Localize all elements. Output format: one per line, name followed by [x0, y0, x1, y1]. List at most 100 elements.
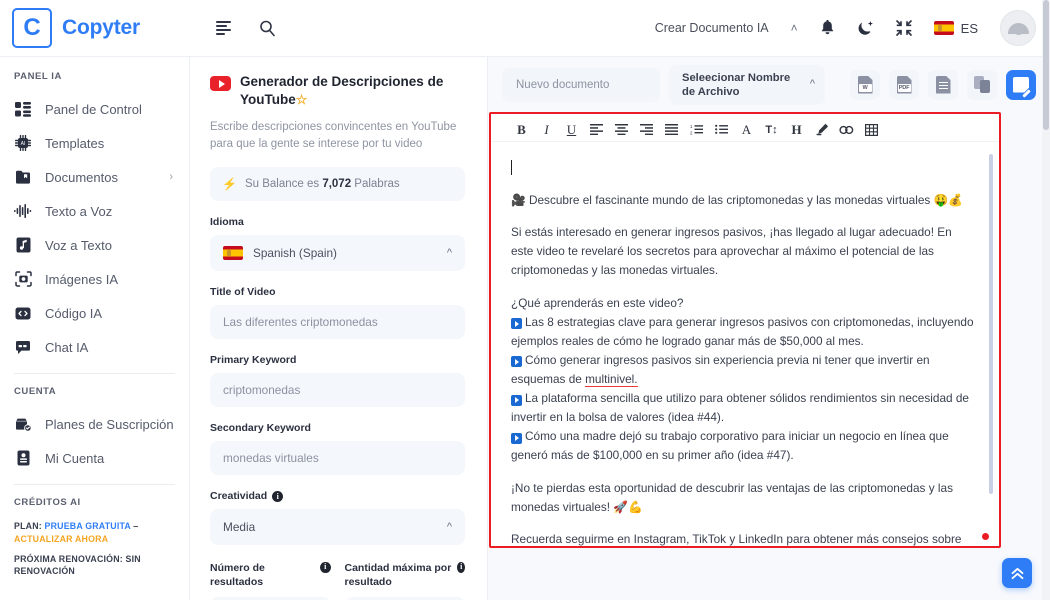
unordered-list-button[interactable] [709, 118, 734, 142]
plan-sep: – [130, 521, 139, 531]
create-document-menu[interactable]: Crear Documento IA [655, 21, 769, 35]
sidebar-section-creditos-ai: CRÉDITOS AI [14, 497, 81, 508]
id-card-icon [14, 449, 32, 467]
star-icon[interactable]: ☆ [296, 92, 308, 107]
editor-scrollbar[interactable] [989, 154, 993, 494]
audio-file-icon [14, 236, 32, 254]
brand[interactable]: C Copyter [12, 8, 190, 48]
align-center-button[interactable] [609, 118, 634, 142]
search-icon[interactable] [259, 20, 276, 37]
sidebar-item-templates[interactable]: AI Templates [0, 126, 189, 160]
word-tag: W [858, 83, 872, 92]
sidebar-item-label: Código IA [45, 305, 103, 321]
code-icon [14, 304, 32, 322]
align-justify-button[interactable] [659, 118, 684, 142]
save-document-button[interactable] [1006, 69, 1036, 100]
plan-line: PLAN: PRUEBA GRATUITA – ACTUALIZAR AHORA [14, 520, 175, 546]
export-pdf-button[interactable]: PDF [889, 69, 919, 100]
tool-title-text: Generador de Descripciones de YouTube [240, 74, 444, 107]
highlight-button[interactable] [809, 118, 834, 142]
pdf-file-icon: PDF [896, 75, 912, 94]
heading-button[interactable]: H [784, 118, 809, 142]
font-size-button[interactable]: T↕ [759, 118, 784, 142]
sidebar-item-voz-a-texto[interactable]: Voz a Texto [0, 228, 189, 262]
underline-button[interactable]: U [559, 118, 584, 142]
editor-content[interactable]: 🎥 Descubre el fascinante mundo de las cr… [491, 146, 999, 546]
info-icon[interactable]: i [320, 562, 331, 574]
editor-bullet-text: Las 8 estrategias clave para generar ing… [511, 314, 974, 348]
bell-icon[interactable] [820, 19, 835, 37]
moon-icon[interactable] [857, 20, 874, 37]
list-icon[interactable] [216, 21, 233, 35]
plan-upgrade-link[interactable]: ACTUALIZAR AHORA [14, 534, 108, 544]
tool-settings-panel: Generador de Descripciones de YouTube☆ E… [190, 57, 488, 600]
dashboard-icon [14, 100, 32, 118]
editor-paragraph: 🎥 Descubre el fascinante mundo de las cr… [511, 193, 963, 208]
sidebar: PANEL IA Panel de Control AI Templates D… [0, 57, 190, 600]
editor-caret-line [511, 160, 977, 181]
sidebar-item-imagenes-ia[interactable]: Imágenes IA [0, 262, 189, 296]
table-button[interactable] [859, 118, 884, 142]
page-scrollbar[interactable] [1042, 0, 1050, 600]
scroll-to-top-button[interactable] [1002, 558, 1032, 588]
play-icon [511, 432, 522, 444]
spain-flag-icon [933, 21, 954, 35]
editor-bullet-text: La plataforma sencilla que utilizo para … [511, 391, 969, 425]
chevron-right-icon: › [169, 171, 173, 183]
font-color-button[interactable]: A [734, 118, 759, 142]
play-icon [511, 356, 522, 368]
sidebar-item-label: Templates [45, 135, 105, 151]
balance-banner: ⚡ Su Balance es 7,072 Palabras [210, 167, 465, 202]
plan-value: PRUEBA GRATUITA [44, 521, 131, 531]
page-scrollbar-thumb[interactable] [1043, 0, 1049, 130]
avatar[interactable] [1000, 10, 1036, 46]
info-icon[interactable]: i [272, 490, 284, 502]
bolt-icon: ⚡ [222, 177, 237, 192]
primary-keyword-label: Primary Keyword [210, 354, 297, 367]
compress-icon[interactable] [895, 20, 912, 36]
primary-keyword-input[interactable]: criptomonedas [210, 373, 465, 408]
balance-text: Su Balance es 7,072 Palabras [245, 178, 400, 190]
sidebar-section-cuenta: CUENTA [14, 386, 57, 397]
secondary-keyword-input[interactable]: monedas virtuales [210, 441, 465, 476]
export-txt-button[interactable] [928, 69, 958, 100]
sidebar-item-planes-de-suscripcion[interactable]: Planes de Suscripción [0, 407, 189, 441]
sidebar-item-texto-a-voz[interactable]: Texto a Voz [0, 194, 189, 228]
sidebar-item-label: Documentos [45, 169, 118, 185]
sidebar-divider-1 [14, 373, 175, 374]
align-right-button[interactable] [634, 118, 659, 142]
editor-misspelled-word: multinivel. [585, 371, 638, 387]
chevron-up-icon[interactable]: ˄ [791, 21, 798, 35]
bold-button[interactable]: B [509, 118, 534, 142]
export-word-button[interactable]: W [850, 69, 880, 100]
sidebar-item-codigo-ia[interactable]: Código IA [0, 296, 189, 330]
align-left-button[interactable] [584, 118, 609, 142]
link-button[interactable] [834, 118, 859, 142]
waveform-icon [14, 202, 32, 220]
chevron-up-icon: ^ [446, 247, 452, 260]
creatividad-select[interactable]: Media ^ [210, 509, 465, 546]
cantidad-maxima-label-text: Cantidad máxima por resultado [344, 562, 452, 588]
num-resultados-label-text: Número de resultados [210, 562, 265, 588]
language-code: ES [960, 20, 978, 36]
title-of-video-input[interactable]: Las diferentes criptomonedas [210, 305, 465, 340]
sidebar-item-documentos[interactable]: Documentos › [0, 160, 189, 194]
info-icon[interactable]: i [457, 562, 465, 574]
text-caret [511, 160, 512, 175]
sidebar-item-label: Imágenes IA [45, 271, 118, 287]
file-name-select[interactable]: Seleecionar Nombre de Archivo ^ [669, 64, 825, 105]
italic-button[interactable]: I [534, 118, 559, 142]
idioma-select[interactable]: Spanish (Spain) ^ [210, 235, 465, 272]
language-selector[interactable]: ES [933, 20, 978, 36]
sidebar-item-panel-de-control[interactable]: Panel de Control [0, 92, 189, 126]
logo-letter: C [23, 14, 41, 41]
ordered-list-button[interactable]: 12 [684, 118, 709, 142]
editor-bullet: Las 8 estrategias clave para generar ing… [511, 313, 977, 351]
sidebar-item-label: Mi Cuenta [45, 450, 105, 466]
editor-paragraph: Si estás interesado en generar ingresos … [511, 225, 952, 278]
new-document-input[interactable]: Nuevo documento [502, 67, 660, 102]
sidebar-item-chat-ia[interactable]: Chat IA [0, 330, 189, 364]
sidebar-item-mi-cuenta[interactable]: Mi Cuenta [0, 441, 189, 475]
sidebar-item-label: Texto a Voz [45, 203, 113, 219]
copy-button[interactable] [967, 69, 997, 100]
